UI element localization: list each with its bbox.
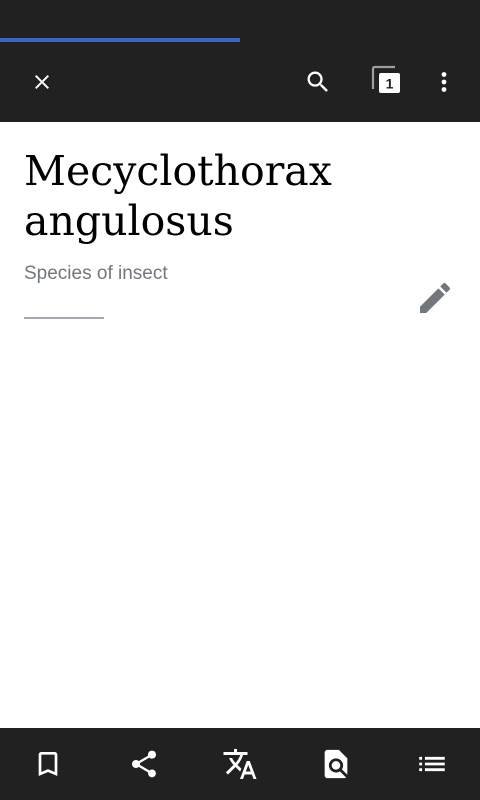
article-description: Species of insect [24, 263, 168, 284]
bookmark-button[interactable] [16, 728, 80, 800]
translate-button[interactable] [208, 728, 272, 800]
status-bar [0, 0, 480, 38]
share-icon [132, 750, 156, 778]
contents-button[interactable] [400, 728, 464, 800]
find-in-page-button[interactable] [304, 728, 368, 800]
title-divider [24, 317, 104, 319]
tabs-icon: 1 [371, 65, 400, 93]
close-icon [35, 75, 49, 89]
article-content: Mecyclothorax angulosus Species of insec… [0, 122, 480, 728]
search-icon [307, 71, 328, 92]
top-toolbar: 1 [0, 42, 480, 122]
tab-count: 1 [386, 76, 394, 92]
more-options-button[interactable] [412, 42, 476, 122]
article-title: Mecyclothorax angulosus [24, 147, 332, 245]
more-vertical-icon [441, 72, 447, 92]
pencil-icon [420, 282, 451, 313]
find-in-page-icon [324, 749, 348, 779]
bookmark-icon [38, 752, 58, 776]
tabs-button[interactable]: 1 [356, 42, 420, 122]
search-button[interactable] [286, 42, 350, 122]
close-button[interactable] [10, 42, 74, 122]
app-screen: 1 Mecyclothorax angulosus Species of ins… [0, 0, 480, 800]
share-button[interactable] [112, 728, 176, 800]
contents-icon [419, 756, 445, 772]
translate-icon [223, 749, 257, 779]
edit-description-button[interactable] [407, 270, 463, 326]
bottom-action-bar [0, 728, 480, 800]
